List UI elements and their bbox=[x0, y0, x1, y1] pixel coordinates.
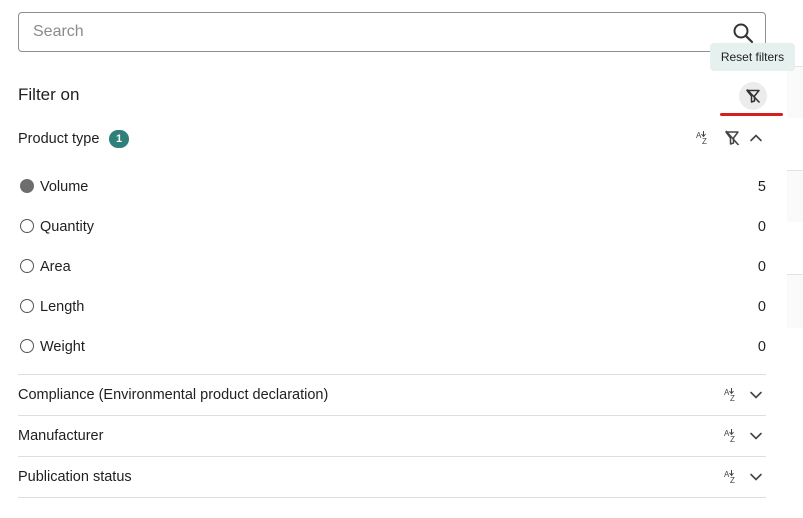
option-count: 0 bbox=[757, 299, 766, 315]
svg-text:Z: Z bbox=[730, 435, 735, 444]
reset-filters-tooltip: Reset filters bbox=[710, 43, 795, 71]
group-header-publication-status[interactable]: Publication status A Z bbox=[18, 466, 766, 490]
option-area[interactable]: Area 0 bbox=[18, 256, 766, 278]
group-header-manufacturer[interactable]: Manufacturer A Z bbox=[18, 425, 766, 449]
sort-az-icon[interactable]: A Z bbox=[723, 386, 741, 404]
divider bbox=[18, 497, 766, 498]
svg-text:Z: Z bbox=[730, 394, 735, 403]
chevron-up-icon[interactable] bbox=[747, 129, 765, 147]
option-count: 5 bbox=[757, 179, 766, 195]
sort-az-icon[interactable]: A Z bbox=[723, 427, 741, 445]
radio-button[interactable] bbox=[20, 259, 34, 273]
divider bbox=[18, 374, 766, 375]
option-count: 0 bbox=[757, 219, 766, 235]
radio-button[interactable] bbox=[20, 219, 34, 233]
search-input[interactable] bbox=[33, 21, 723, 43]
option-label: Length bbox=[40, 299, 85, 315]
background-panel bbox=[787, 66, 803, 118]
option-length[interactable]: Length 0 bbox=[18, 296, 766, 318]
divider bbox=[18, 456, 766, 457]
search-box bbox=[18, 12, 766, 52]
selected-count-badge: 1 bbox=[109, 130, 129, 148]
chevron-down-icon[interactable] bbox=[747, 427, 765, 445]
chevron-down-icon[interactable] bbox=[747, 386, 765, 404]
group-label: Product type bbox=[18, 131, 100, 147]
search-icon[interactable] bbox=[732, 22, 754, 44]
group-label: Publication status bbox=[18, 469, 132, 485]
chevron-down-icon[interactable] bbox=[747, 468, 765, 486]
option-quantity[interactable]: Quantity 0 bbox=[18, 216, 766, 238]
radio-button[interactable] bbox=[20, 339, 34, 353]
svg-text:Z: Z bbox=[730, 476, 735, 485]
option-label: Volume bbox=[40, 179, 89, 195]
option-volume[interactable]: Volume 5 bbox=[18, 176, 766, 198]
background-panel bbox=[787, 170, 803, 222]
highlight-underline bbox=[720, 113, 783, 116]
option-weight[interactable]: Weight 0 bbox=[18, 336, 766, 358]
reset-filters-button[interactable] bbox=[739, 82, 767, 110]
svg-text:Z: Z bbox=[702, 137, 707, 146]
option-count: 0 bbox=[757, 339, 766, 355]
option-label: Quantity bbox=[40, 219, 94, 235]
group-label: Compliance (Environmental product declar… bbox=[18, 387, 329, 403]
filter-off-icon[interactable] bbox=[723, 129, 741, 147]
filter-panel: Reset filters Filter on Product type 1 A… bbox=[0, 0, 803, 518]
divider bbox=[18, 415, 766, 416]
option-label: Weight bbox=[40, 339, 85, 355]
filter-title: Filter on bbox=[18, 85, 80, 104]
background-panel bbox=[787, 274, 803, 328]
option-count: 0 bbox=[757, 259, 766, 275]
group-header-product-type[interactable]: Product type 1 A Z bbox=[18, 128, 766, 152]
radio-button[interactable] bbox=[20, 299, 34, 313]
group-header-compliance[interactable]: Compliance (Environmental product declar… bbox=[18, 384, 766, 408]
group-label: Manufacturer bbox=[18, 428, 104, 444]
option-label: Area bbox=[40, 259, 71, 275]
sort-az-icon[interactable]: A Z bbox=[723, 468, 741, 486]
sort-az-icon[interactable]: A Z bbox=[695, 129, 713, 147]
radio-button[interactable] bbox=[20, 179, 34, 193]
